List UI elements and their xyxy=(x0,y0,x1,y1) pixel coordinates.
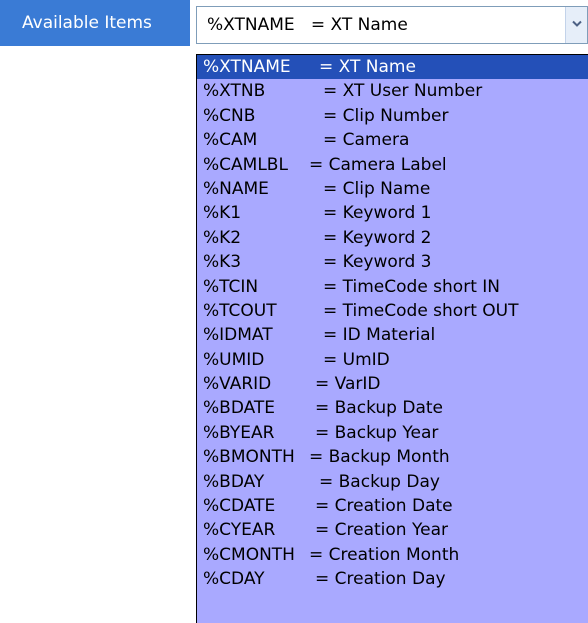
dropdown-option[interactable]: %TCIN = TimeCode short IN xyxy=(197,275,588,299)
dropdown-option[interactable]: %VARID = VarID xyxy=(197,372,588,396)
option-code: %TCIN xyxy=(203,276,259,297)
option-code: %BDAY xyxy=(203,471,265,492)
option-code: %CYEAR xyxy=(203,520,276,541)
option-code: %BDATE xyxy=(203,398,276,419)
option-description: = Keyword 1 xyxy=(323,203,432,224)
dropdown-option[interactable]: %BMONTH = Backup Month xyxy=(197,445,588,469)
option-description: = Creation Day xyxy=(315,569,446,590)
dropdown-option[interactable]: %CDAY = Creation Day xyxy=(197,567,588,591)
option-code: %XTNB xyxy=(203,81,266,102)
option-code: %IDMAT xyxy=(203,325,273,346)
option-description: = Backup Day xyxy=(319,471,440,492)
dropdown-option[interactable]: %BDATE = Backup Date xyxy=(197,396,588,420)
available-items-combobox[interactable]: %XTNAME = XT Name xyxy=(196,6,588,44)
dropdown-option[interactable]: %BDAY = Backup Day xyxy=(197,470,588,494)
option-code: %CNB xyxy=(203,105,256,126)
option-code: %CDAY xyxy=(203,569,265,590)
dropdown-toggle-button[interactable] xyxy=(565,7,587,43)
dropdown-option[interactable]: %NAME = Clip Name xyxy=(197,177,588,201)
dropdown-option[interactable]: %K1 = Keyword 1 xyxy=(197,201,588,225)
option-code: %BMONTH xyxy=(203,447,295,468)
dropdown-option[interactable]: %BYEAR = Backup Year xyxy=(197,421,588,445)
option-description: = Keyword 2 xyxy=(323,227,432,248)
dropdown-option[interactable]: %CAM = Camera xyxy=(197,128,588,152)
dropdown-option[interactable]: %TCOUT = TimeCode short OUT xyxy=(197,299,588,323)
option-description: = Creation Month xyxy=(309,544,460,565)
option-code: %K3 xyxy=(203,252,242,273)
option-description: = TimeCode short IN xyxy=(323,276,500,297)
option-code: %XTNAME xyxy=(203,57,291,77)
option-description: = XT Name xyxy=(319,57,416,77)
available-items-panel: Available Items %XTNAME = XT Name %XTNAM… xyxy=(0,0,588,623)
chevron-down-icon xyxy=(572,20,582,27)
option-description: = TimeCode short OUT xyxy=(323,300,519,321)
dropdown-option[interactable]: %XTNB = XT User Number xyxy=(197,79,588,103)
available-items-dropdown-list[interactable]: %XTNAME = XT Name %XTNB = XT User Number %CN… xyxy=(196,54,588,623)
option-code: %CMONTH xyxy=(203,544,295,565)
option-description: = XT User Number xyxy=(323,81,483,102)
option-description: = Clip Number xyxy=(323,105,449,126)
option-description: = Creation Year xyxy=(315,520,448,541)
option-description: = UmID xyxy=(323,349,390,370)
option-description: = Creation Date xyxy=(315,496,453,517)
option-code: %CAMLBL xyxy=(203,154,288,175)
option-description: = Backup Date xyxy=(315,398,443,419)
option-code: %NAME xyxy=(203,178,269,199)
option-code: %BYEAR xyxy=(203,422,275,443)
dropdown-option[interactable]: %CDATE = Creation Date xyxy=(197,494,588,518)
option-description: = Camera Label xyxy=(309,154,447,175)
option-description: = Camera xyxy=(323,130,410,151)
dropdown-option[interactable]: %CMONTH = Creation Month xyxy=(197,543,588,567)
dropdown-option[interactable]: %UMID = UmID xyxy=(197,348,588,372)
option-description: = Keyword 3 xyxy=(323,252,432,273)
dropdown-option[interactable]: %IDMAT = ID Material xyxy=(197,323,588,347)
option-description: = Backup Year xyxy=(315,422,439,443)
dropdown-option[interactable]: %CAMLBL = Camera Label xyxy=(197,153,588,177)
combobox-selected-value: %XTNAME = XT Name xyxy=(207,15,408,35)
option-description: = ID Material xyxy=(323,325,436,346)
available-items-label: Available Items xyxy=(0,0,190,46)
dropdown-option[interactable]: %CYEAR = Creation Year xyxy=(197,518,588,542)
option-code: %CAM xyxy=(203,130,258,151)
option-code: %CDATE xyxy=(203,496,276,517)
option-description: = VarID xyxy=(315,374,381,395)
dropdown-option[interactable]: %K3 = Keyword 3 xyxy=(197,250,588,274)
dropdown-option[interactable]: %XTNAME = XT Name xyxy=(197,55,588,80)
option-code: %UMID xyxy=(203,349,265,370)
dropdown-option[interactable]: %K2 = Keyword 2 xyxy=(197,226,588,250)
option-code: %TCOUT xyxy=(203,300,277,321)
option-description: = Backup Month xyxy=(309,447,450,468)
option-code: %K2 xyxy=(203,227,242,248)
option-description: = Clip Name xyxy=(323,178,431,199)
option-code: %K1 xyxy=(203,203,242,224)
dropdown-option[interactable]: %CNB = Clip Number xyxy=(197,104,588,128)
option-code: %VARID xyxy=(203,374,272,395)
